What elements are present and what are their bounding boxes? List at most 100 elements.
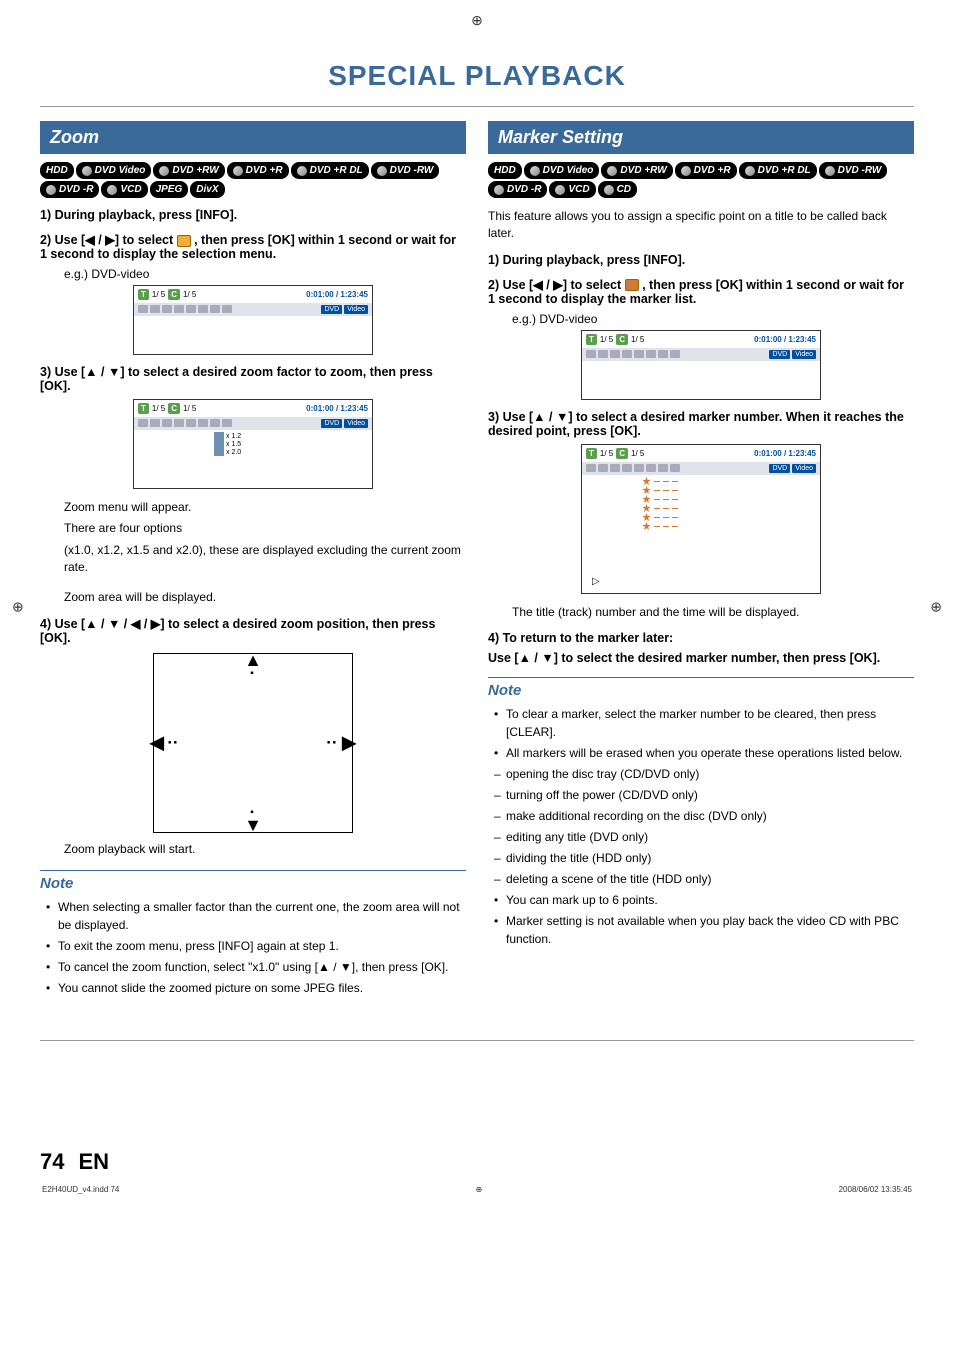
osd-chapter-chip: C: [616, 334, 628, 345]
star-icon: [642, 504, 651, 513]
osd-dvd-tag: DVD: [321, 305, 342, 314]
disc-icon: [297, 166, 307, 176]
note-item: You can mark up to 6 points.: [494, 891, 914, 909]
badge-dvd-minus-rw: DVD -RW: [819, 162, 888, 179]
zoom-select-icon: [177, 235, 191, 247]
page-language: EN: [78, 1149, 109, 1175]
star-icon: [642, 513, 651, 522]
dots-icon: ▪: [250, 668, 256, 679]
osd-chapter-chip: C: [168, 403, 180, 414]
badge-dvd-minus-rw: DVD -RW: [371, 162, 440, 179]
zoom-step-3: 3) Use [▲ / ▼] to select a desired zoom …: [40, 365, 466, 393]
dots-icon: ▪▪: [327, 737, 338, 748]
disc-icon: [159, 166, 169, 176]
osd-row-icon: [610, 464, 620, 472]
bleed-mark-icon: ⊕: [12, 599, 24, 616]
arrow-left-icon: ◀: [150, 732, 164, 753]
osd-chapter-chip: C: [168, 289, 180, 300]
zoom-example-label: e.g.) DVD-video: [64, 267, 466, 281]
note-item: To clear a marker, select the marker num…: [494, 705, 914, 741]
star-icon: [642, 477, 651, 486]
note-item: When selecting a smaller factor than the…: [46, 898, 466, 934]
badge-dvd-plus-r-dl: DVD +R DL: [291, 162, 369, 179]
osd-row-icon: [198, 419, 208, 427]
osd-row-icon: [658, 464, 668, 472]
zoom-note-list: When selecting a smaller factor than the…: [40, 898, 466, 997]
zoom-option: x 1.5: [214, 440, 372, 448]
marker-column: Marker Setting HDD DVD Video DVD +RW DVD…: [488, 121, 914, 1000]
badge-vcd: VCD: [549, 181, 595, 198]
osd-chapter-value: 1/ 5: [183, 404, 196, 413]
marker-note-list: To clear a marker, select the marker num…: [488, 705, 914, 762]
osd-dvd-tag: DVD: [769, 464, 790, 473]
marker-row: [642, 486, 820, 495]
osd-chapter-value: 1/ 5: [631, 449, 644, 458]
osd-row-icon: [598, 464, 608, 472]
marker-row: [642, 522, 820, 531]
note-item: turning off the power (CD/DVD only): [494, 786, 914, 804]
print-footer: E2H40UD_v4.indd 74 ⊕ 2008/06/02 13:35:45: [40, 1185, 914, 1194]
osd-video-tag: Video: [344, 305, 368, 314]
footer-file: E2H40UD_v4.indd 74: [42, 1185, 119, 1194]
note-item: To exit the zoom menu, press [INFO] agai…: [46, 937, 466, 955]
step-text: 2) Use [: [40, 233, 85, 247]
osd-row-icon: [586, 464, 596, 472]
star-icon: [642, 522, 651, 531]
footer-divider: [40, 1040, 914, 1041]
osd-video-tag: Video: [792, 350, 816, 359]
osd-row-icon: [658, 350, 668, 358]
osd-row-icon: [610, 350, 620, 358]
marker-desc: The title (track) number and the time wi…: [512, 604, 914, 621]
bleed-mark-icon: ⊕: [471, 12, 483, 29]
badge-cd: CD: [598, 181, 637, 198]
marker-step-3: 3) Use [▲ / ▼] to select a desired marke…: [488, 410, 914, 438]
osd-row-icon: [586, 350, 596, 358]
note-item: All markers will be erased when you oper…: [494, 744, 914, 762]
badge-hdd: HDD: [40, 162, 74, 179]
osd-row-icon: [150, 419, 160, 427]
osd-panel-2: T 1/ 5 C 1/ 5 0:01:00 / 1:23:45 DVDVideo…: [133, 399, 373, 489]
step-text: ] to select: [115, 233, 177, 247]
disc-icon: [825, 166, 835, 176]
play-icon: ▷: [592, 576, 600, 587]
disc-icon: [377, 166, 387, 176]
zoom-media-badges: HDD DVD Video DVD +RW DVD +R DVD +R DL D…: [40, 162, 466, 198]
osd-panel-marker-1: T 1/ 5 C 1/ 5 0:01:00 / 1:23:45 DVDVideo: [581, 330, 821, 400]
badge-dvd-video: DVD Video: [524, 162, 600, 179]
divider: [40, 106, 914, 107]
zoom-step-4: 4) Use [▲ / ▼ / ◀ / ▶] to select a desir…: [40, 616, 466, 645]
note-item: dividing the title (HDD only): [494, 849, 914, 867]
osd-title-chip: T: [586, 334, 597, 345]
osd-row-icon: [210, 305, 220, 313]
osd-row-icon: [646, 464, 656, 472]
osd-row-icon: [670, 350, 680, 358]
zoom-icon: [214, 448, 224, 456]
zoom-step-1: 1) During playback, press [INFO].: [40, 208, 466, 222]
osd-row-icon: [634, 350, 644, 358]
marker-row: [642, 495, 820, 504]
page-number: 74: [40, 1149, 64, 1175]
zoom-arrow-diagram: ▲ ▼ ◀ ▶ ▪ ▪ ▪▪ ▪▪: [153, 653, 353, 833]
dots-icon: ▪: [250, 807, 256, 818]
badge-dvd-plus-rw: DVD +RW: [601, 162, 672, 179]
osd-row-icon: [622, 464, 632, 472]
osd-row-icon: [162, 419, 172, 427]
osd-row-icon: [186, 419, 196, 427]
badge-divx: DivX: [190, 181, 224, 198]
badge-dvd-minus-r: DVD -R: [40, 181, 99, 198]
osd-video-tag: Video: [344, 419, 368, 428]
osd-title-chip: T: [138, 403, 149, 414]
marker-step-1: 1) During playback, press [INFO].: [488, 253, 914, 267]
badge-dvd-video: DVD Video: [76, 162, 152, 179]
disc-icon: [681, 166, 691, 176]
marker-select-icon: [625, 279, 639, 291]
marker-heading: Marker Setting: [488, 121, 914, 154]
marker-example-label: e.g.) DVD-video: [512, 312, 914, 326]
marker-dash-list: opening the disc tray (CD/DVD only) turn…: [488, 765, 914, 888]
marker-note-header: Note: [488, 677, 914, 699]
badge-vcd: VCD: [101, 181, 147, 198]
note-item: Marker setting is not available when you…: [494, 912, 914, 948]
osd-panel-1: T 1/ 5 C 1/ 5 0:01:00 / 1:23:45 DVDVideo: [133, 285, 373, 355]
dots-icon: ▪▪: [168, 737, 179, 748]
marker-media-badges: HDD DVD Video DVD +RW DVD +R DVD +R DL D…: [488, 162, 914, 198]
